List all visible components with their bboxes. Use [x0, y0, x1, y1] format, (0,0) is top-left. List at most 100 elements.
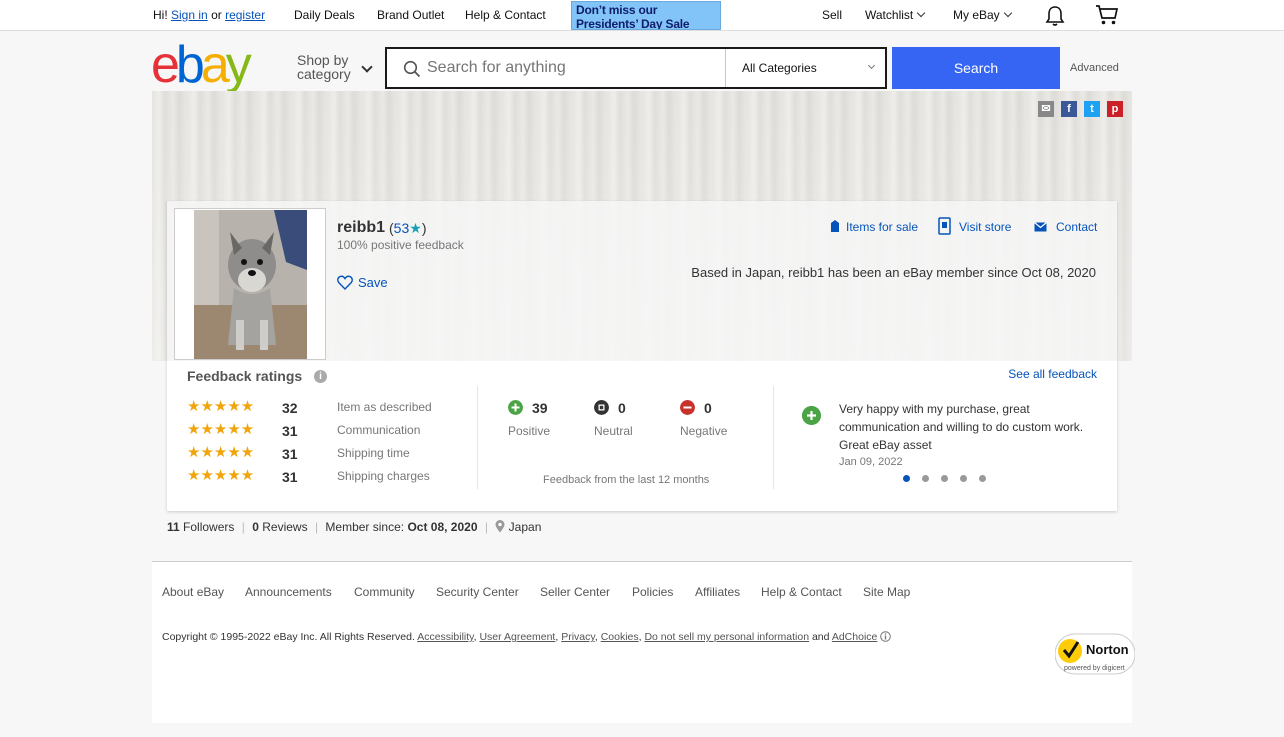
star-icon: ★: [409, 220, 422, 236]
cart-icon[interactable]: [1095, 4, 1119, 26]
member-location-text: Based in Japan, reibb1 has been an eBay …: [691, 265, 1096, 280]
norton-label: Norton: [1086, 642, 1129, 657]
category-select[interactable]: All Categories: [725, 49, 885, 87]
adchoice-link[interactable]: AdChoice: [832, 631, 878, 643]
pinterest-icon[interactable]: p: [1107, 101, 1123, 117]
brand-outlet-link[interactable]: Brand Outlet: [377, 8, 444, 22]
profile-photo: [194, 210, 307, 359]
footer-link-site-map[interactable]: Site Map: [863, 585, 910, 599]
rating-count: 32: [282, 400, 298, 416]
adchoice-icon[interactable]: [880, 631, 892, 642]
watchlist-menu[interactable]: Watchlist: [865, 8, 926, 22]
member-since-label: Member since:: [325, 520, 405, 534]
contact-link[interactable]: Contact: [1034, 220, 1104, 234]
carousel-dot[interactable]: [941, 475, 948, 482]
negative-value: 0: [704, 400, 712, 416]
search-icon: [403, 60, 421, 78]
carousel-dot[interactable]: [922, 475, 929, 482]
help-contact-link[interactable]: Help & Contact: [465, 8, 546, 22]
footer-link-about[interactable]: About eBay: [162, 585, 224, 599]
feedback-period-note: Feedback from the last 12 months: [543, 474, 710, 486]
search-input[interactable]: [427, 49, 723, 87]
top-bar: Hi! Sign in or register Daily Deals Bran…: [0, 0, 1284, 31]
see-all-feedback-link[interactable]: See all feedback: [1008, 367, 1097, 381]
rating-count: 31: [282, 423, 298, 439]
footer-link-security-center[interactable]: Security Center: [436, 585, 519, 599]
profile-card: reibb1 (53★) 100% positive feedback Save…: [167, 201, 1117, 511]
do-not-sell-link[interactable]: Do not sell my personal information: [644, 631, 809, 643]
stars-icon: ★★★★★: [187, 467, 255, 484]
separator: |: [314, 520, 319, 534]
carousel-dot[interactable]: [903, 475, 910, 482]
rating-label: Shipping time: [337, 446, 410, 460]
shop-by-category-button[interactable]: Shop by category: [297, 53, 351, 81]
my-ebay-menu[interactable]: My eBay: [953, 8, 1012, 22]
stars-icon: ★★★★★: [187, 398, 255, 415]
and-text: and: [811, 631, 830, 643]
divider: [477, 386, 478, 489]
carousel-dot[interactable]: [979, 475, 986, 482]
twitter-icon[interactable]: t: [1084, 101, 1100, 117]
carousel-dot[interactable]: [960, 475, 967, 482]
rating-row: ★★★★★ 32 Item as described: [187, 398, 467, 416]
info-icon[interactable]: i: [314, 370, 327, 383]
promo-banner[interactable]: Don’t miss our Presidents’ Day Sale: [571, 1, 721, 30]
chevron-down-icon: [867, 61, 876, 70]
visit-store-link[interactable]: Visit store: [938, 217, 1018, 235]
rating-label: Communication: [337, 423, 421, 437]
promo-line-1: Don’t miss our: [576, 3, 658, 17]
footer-link-community[interactable]: Community: [354, 585, 415, 599]
sell-link[interactable]: Sell: [822, 8, 842, 22]
stars-icon: ★★★★★: [187, 444, 255, 461]
daily-deals-link[interactable]: Daily Deals: [294, 8, 355, 22]
rating-row: ★★★★★ 31 Shipping time: [187, 444, 467, 462]
reviews-label[interactable]: Reviews: [262, 520, 307, 534]
footer-link-policies[interactable]: Policies: [632, 585, 673, 599]
feedback-score[interactable]: (53★): [389, 220, 426, 237]
user-agreement-link[interactable]: User Agreement: [479, 631, 555, 643]
sign-in-link[interactable]: Sign in: [171, 8, 208, 22]
negative-label: Negative: [680, 424, 728, 438]
search-bar: All Categories: [385, 47, 887, 89]
email-share-icon[interactable]: ✉: [1038, 101, 1054, 117]
ebay-logo[interactable]: ebay: [151, 39, 252, 91]
footer-link-help-contact[interactable]: Help & Contact: [761, 585, 842, 599]
plus-circle-icon: [802, 406, 821, 425]
followers-label[interactable]: Followers: [183, 520, 234, 534]
privacy-link[interactable]: Privacy: [561, 631, 595, 643]
footer-link-announcements[interactable]: Announcements: [245, 585, 332, 599]
chevron-down-icon: [916, 8, 926, 18]
norton-badge[interactable]: Norton powered by digicert: [1054, 632, 1136, 676]
footer-link-affiliates[interactable]: Affiliates: [695, 585, 740, 599]
facebook-icon[interactable]: f: [1061, 101, 1077, 117]
watchlist-label: Watchlist: [865, 8, 914, 22]
shop-by-label: Shop by: [297, 52, 349, 68]
footer-link-seller-center[interactable]: Seller Center: [540, 585, 610, 599]
username[interactable]: reibb1: [337, 219, 385, 237]
accessibility-link[interactable]: Accessibility: [417, 631, 473, 643]
rating-label: Shipping charges: [337, 469, 430, 483]
reviews-count: 0: [252, 520, 259, 534]
rating-count: 31: [282, 469, 298, 485]
copyright: Copyright © 1995-2022 eBay Inc. All Righ…: [162, 629, 892, 643]
store-icon: [938, 217, 951, 235]
register-link[interactable]: register: [225, 8, 265, 22]
feedback-score-number: 53: [393, 220, 410, 236]
cookies-link[interactable]: Cookies: [601, 631, 639, 643]
items-for-sale-link[interactable]: Items for sale: [830, 220, 925, 234]
items-for-sale-label: Items for sale: [846, 220, 919, 234]
envelope-icon: [1034, 222, 1047, 232]
feedback-comment: Very happy with my purchase, great commu…: [839, 402, 1084, 452]
separator: |: [484, 520, 488, 534]
bell-icon[interactable]: [1045, 5, 1065, 26]
search-button[interactable]: Search: [892, 47, 1060, 89]
rating-count: 31: [282, 446, 298, 462]
footer: About eBay Announcements Community Secur…: [152, 561, 1136, 723]
category-select-value: All Categories: [742, 61, 817, 75]
heart-icon: [337, 275, 353, 290]
chevron-down-icon: [361, 61, 373, 73]
minus-circle-icon: [680, 400, 695, 415]
save-label: Save: [358, 275, 388, 290]
advanced-search-link[interactable]: Advanced: [1070, 62, 1119, 74]
norton-sublabel: powered by digicert: [1064, 665, 1125, 672]
